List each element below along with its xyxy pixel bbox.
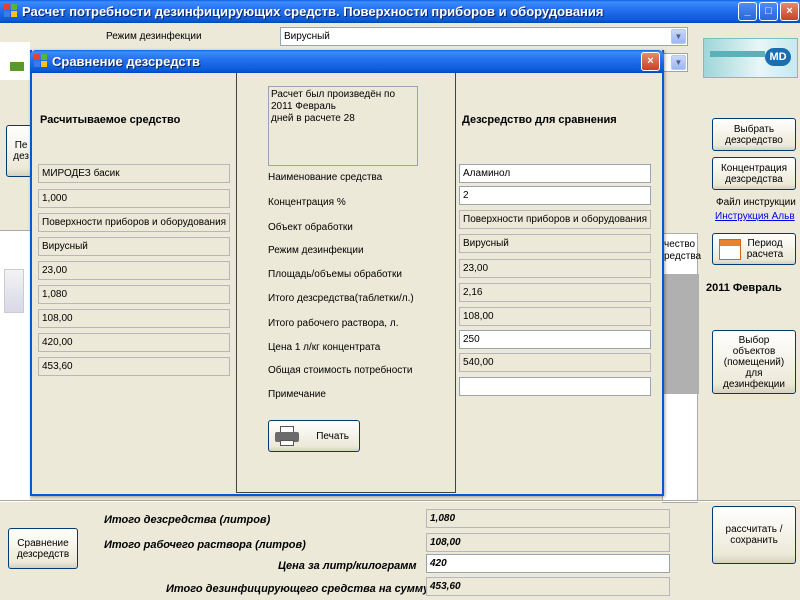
calc-note: Расчет был произведён по 2011 Февраль дн… [268,86,418,166]
select-objects-button[interactable]: Выбор объектов (помещений) для дезинфекц… [712,330,796,394]
main-window-title: Расчет потребности дезинфицирующих средс… [22,4,604,19]
row-label: Итого дезсредства(таблетки/л.) [268,293,414,304]
table-header-fragment: редства [664,251,702,262]
concentration-button[interactable]: Концентрация дезсредства [712,157,796,190]
calendar-icon [719,239,741,260]
row-label: Концентрация % [268,197,346,208]
row-label: Итого рабочего раствора, л. [268,318,399,329]
left-price: 420,00 [38,333,230,352]
right-mode: Вирусный [459,234,651,253]
compare-button[interactable]: Сравнение дезсредств [8,528,78,569]
printer-icon [275,426,299,446]
right-object: Поверхности приборов и оборудования [459,210,651,229]
right-total-cost: 540,00 [459,353,651,372]
calculate-save-button[interactable]: рассчитать / сохранить [712,506,796,564]
table-selection [663,274,699,394]
mode-select[interactable]: Вирусный ▼ [280,27,688,46]
left-area: 23,00 [38,261,230,280]
total-value: 1,080 [426,509,670,528]
right-working-solution: 108,00 [459,307,651,326]
brand-logo: MD [703,38,798,78]
total-label: Цена за литр/килограмм [278,560,417,572]
period-value: 2011 Февраль [706,282,782,294]
row-label: Объект обработки [268,222,353,233]
chevron-down-icon[interactable]: ▼ [671,55,686,70]
left-total-cost: 453,60 [38,357,230,376]
left-working-solution: 108,00 [38,309,230,328]
dialog-title: Сравнение дезсредств [52,54,201,69]
main-title-bar[interactable]: Расчет потребности дезинфицирующих средс… [0,0,800,23]
dialog-close-button[interactable]: × [641,52,660,71]
mode-label: Режим дезинфекции [106,31,202,42]
left-mode: Вирусный [38,237,230,256]
table-area-right: чество редства [662,233,702,503]
right-total-disinfectant: 2,16 [459,283,651,302]
table-header-fragment: чество [664,239,696,250]
chevron-down-icon[interactable]: ▼ [671,29,686,44]
product-image [4,269,24,313]
left-concentration: 1,000 [38,189,230,208]
app-icon [4,4,18,18]
minimize-button[interactable]: _ [738,2,757,21]
divider [0,500,800,502]
close-button[interactable]: × [780,2,799,21]
row-label: Примечание [268,389,326,400]
row-label: Площадь/объемы обработки [268,269,402,280]
choose-disinfectant-button[interactable]: Выбрать дезсредство [712,118,796,151]
table-area-left [0,230,30,500]
compare-dialog: Сравнение дезсредств × Расчитываемое сре… [30,50,664,496]
row-label: Режим дезинфекции [268,245,364,256]
right-name-input[interactable]: Аламинол [459,164,651,183]
row-label: Цена 1 л/кг концентрата [268,342,381,353]
instruction-label: Файл инструкции [716,197,796,208]
print-button[interactable]: Печать [268,420,360,452]
row-label: Наименование средства [268,172,383,183]
period-button[interactable]: Период расчета [712,233,796,265]
total-label: Итого рабочего раствора (литров) [104,539,306,551]
left-total-disinfectant: 1,080 [38,285,230,304]
note-input[interactable] [459,377,651,396]
instruction-link[interactable]: Инструкция Альв [715,211,795,222]
partial-button[interactable]: Пе дез [6,125,32,177]
row-label: Общая стоимость потребности [268,365,413,376]
dialog-title-bar[interactable]: Сравнение дезсредств [30,50,664,73]
left-object: Поверхности приборов и оборудования [38,213,230,232]
right-area: 23,00 [459,259,651,278]
right-concentration-input[interactable]: 2 [459,186,651,205]
total-value: 453,60 [426,577,670,596]
left-name: МИРОДЕЗ басик [38,164,230,183]
total-value: 108,00 [426,533,670,552]
price-input[interactable]: 420 [426,554,670,573]
left-heading: Расчитываемое средство [40,114,181,126]
right-price-input[interactable]: 250 [459,330,651,349]
second-select[interactable]: ▼ [660,53,688,72]
left-image-fragment [0,42,30,80]
total-label: Итого дезинфицирующего средства на сумму [166,583,430,595]
maximize-button[interactable]: □ [759,2,778,21]
right-heading: Дезсредство для сравнения [462,114,617,126]
total-label: Итого дезсредства (литров) [104,514,271,526]
dialog-icon [34,54,48,68]
